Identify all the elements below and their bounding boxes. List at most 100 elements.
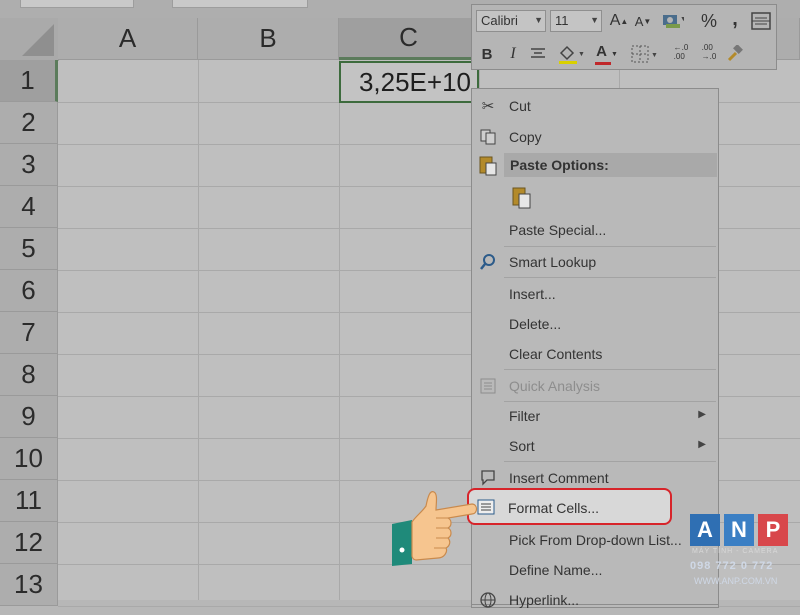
font-color-letter: A bbox=[596, 42, 607, 60]
align-center-button[interactable] bbox=[527, 43, 549, 65]
quick-analysis-icon bbox=[478, 376, 498, 396]
row-header-1[interactable]: 1 bbox=[0, 60, 58, 102]
increase-decimal-button[interactable]: ←.0 .00 bbox=[670, 41, 692, 63]
menu-item-label: Format Cells... bbox=[508, 500, 600, 516]
copy-icon bbox=[478, 127, 498, 147]
menu-item-label: Pick From Drop-down List... bbox=[509, 532, 682, 548]
decrease-font-icon: A bbox=[634, 13, 644, 29]
menu-item-label: Insert... bbox=[509, 286, 556, 302]
decrease-decimal-button[interactable]: .00 →.0 bbox=[698, 41, 720, 63]
chevron-down-icon: ▼ bbox=[590, 15, 599, 25]
menu-item-label: Sort bbox=[509, 438, 535, 454]
column-header-a[interactable]: A bbox=[58, 18, 198, 60]
format-painter-table-button[interactable] bbox=[750, 10, 772, 32]
logo-letter-a: A bbox=[690, 514, 720, 546]
menu-item-hyperlink[interactable]: Hyperlink... bbox=[472, 585, 718, 615]
mini-toolbar: Calibri ▼ 11 ▼ A ▲ A ▼ ▼ % , B I ▼ A ▼ ▼ ←… bbox=[471, 4, 777, 70]
row-header-7[interactable]: 7 bbox=[0, 312, 58, 354]
format-cells-icon bbox=[477, 499, 495, 520]
paste-option-button[interactable] bbox=[510, 185, 534, 216]
menu-item-label: Copy bbox=[509, 129, 542, 145]
logo-phone: 098 772 0 772 bbox=[690, 560, 774, 572]
select-all-corner[interactable] bbox=[0, 18, 59, 61]
menu-item-label: Hyperlink... bbox=[509, 592, 580, 608]
paste-icon bbox=[512, 187, 531, 209]
context-menu-lower: Pick From Drop-down List... Define Name.… bbox=[471, 525, 719, 608]
menu-item-label: Quick Analysis bbox=[509, 378, 601, 394]
increase-font-size-button[interactable]: A ▲ bbox=[608, 10, 630, 32]
paste-options-header: Paste Options: bbox=[504, 153, 717, 177]
menu-item-define-name[interactable]: Define Name... bbox=[472, 555, 718, 585]
menu-item-label: Cut bbox=[509, 98, 531, 114]
decrease-font-size-button[interactable]: A ▼ bbox=[632, 10, 654, 32]
column-gridline bbox=[198, 60, 199, 600]
menu-item-delete[interactable]: Delete... bbox=[472, 309, 718, 339]
font-size-box[interactable]: 11 ▼ bbox=[550, 10, 602, 32]
menu-item-label: Filter bbox=[509, 408, 541, 424]
chevron-down-icon: ▼ bbox=[534, 15, 543, 25]
row-header-8[interactable]: 8 bbox=[0, 354, 58, 396]
row-header-9[interactable]: 9 bbox=[0, 396, 58, 438]
hyperlink-icon bbox=[478, 590, 498, 610]
font-size-value: 11 bbox=[555, 13, 569, 28]
borders-button[interactable]: ▼ bbox=[630, 43, 660, 65]
fill-color-button[interactable]: ▼ bbox=[556, 43, 586, 65]
format-cells-highlight[interactable]: Format Cells... bbox=[467, 488, 672, 525]
accounting-format-button[interactable]: ▼ bbox=[658, 10, 688, 32]
menu-item-cut[interactable]: ✂ Cut bbox=[472, 91, 718, 121]
svg-text:▼: ▼ bbox=[651, 52, 658, 59]
logo-tagline: MÁY TÍNH - CAMERA bbox=[692, 548, 779, 555]
font-color-bar bbox=[595, 62, 611, 65]
menu-item-copy[interactable]: Copy bbox=[472, 122, 718, 152]
menu-item-filter[interactable]: Filter ▶ bbox=[472, 401, 718, 431]
anp-watermark-logo: A N P MÁY TÍNH - CAMERA 098 772 0 772 WW… bbox=[690, 514, 790, 592]
chevron-right-icon: ▶ bbox=[698, 439, 706, 450]
chevron-down-icon: ▼ bbox=[610, 50, 618, 58]
menu-item-label: Define Name... bbox=[509, 562, 603, 578]
menu-item-paste-special[interactable]: Paste Special... bbox=[472, 215, 718, 245]
menu-item-pick-from-dropdown[interactable]: Pick From Drop-down List... bbox=[472, 525, 718, 555]
row-header-2[interactable]: 2 bbox=[0, 102, 58, 144]
increase-font-icon: A bbox=[609, 12, 621, 29]
menu-item-sort[interactable]: Sort ▶ bbox=[472, 431, 718, 461]
paste-icon bbox=[476, 153, 500, 182]
menu-item-smart-lookup[interactable]: Smart Lookup bbox=[472, 247, 718, 277]
pointing-hand-icon bbox=[392, 491, 478, 566]
menu-item-label: Clear Contents bbox=[509, 346, 603, 362]
column-gridline bbox=[339, 60, 340, 600]
menu-item-label: Smart Lookup bbox=[509, 254, 597, 270]
ribbon-fragment bbox=[20, 0, 134, 8]
bold-button[interactable]: B bbox=[476, 43, 498, 65]
chevron-right-icon: ▶ bbox=[698, 409, 706, 420]
row-header-11[interactable]: 11 bbox=[0, 480, 58, 522]
percent-style-button[interactable]: % bbox=[698, 10, 720, 32]
menu-item-label: Insert Comment bbox=[509, 470, 609, 486]
search-icon bbox=[478, 252, 498, 272]
row-header-5[interactable]: 5 bbox=[0, 228, 58, 270]
menu-item-clear-contents[interactable]: Clear Contents bbox=[472, 339, 718, 369]
menu-item-insert[interactable]: Insert... bbox=[472, 279, 718, 309]
italic-button[interactable]: I bbox=[502, 43, 524, 65]
svg-text:▼: ▼ bbox=[578, 51, 585, 58]
column-header-b[interactable]: B bbox=[198, 18, 339, 60]
column-header-c[interactable]: C bbox=[339, 18, 479, 60]
paint-bucket-icon: ▼ bbox=[559, 45, 585, 64]
active-cell-c1[interactable]: 3,25E+10 bbox=[339, 61, 479, 103]
font-color-button[interactable]: A ▼ bbox=[592, 43, 622, 65]
comment-icon bbox=[478, 468, 498, 488]
format-painter-button[interactable] bbox=[724, 43, 746, 65]
font-name-value: Calibri bbox=[481, 13, 518, 28]
comma-style-button[interactable]: , bbox=[724, 8, 746, 30]
svg-text:▼: ▼ bbox=[680, 16, 684, 23]
row-header-12[interactable]: 12 bbox=[0, 522, 58, 564]
accounting-icon: ▼ bbox=[663, 15, 684, 28]
logo-website: WWW.ANP.COM.VN bbox=[694, 576, 778, 586]
paintbrush-icon bbox=[727, 45, 743, 62]
row-header-10[interactable]: 10 bbox=[0, 438, 58, 480]
ribbon-fragment bbox=[172, 0, 308, 8]
row-header-4[interactable]: 4 bbox=[0, 186, 58, 228]
font-name-box[interactable]: Calibri ▼ bbox=[476, 10, 546, 32]
row-header-3[interactable]: 3 bbox=[0, 144, 58, 186]
table-format-icon bbox=[751, 12, 771, 30]
row-header-6[interactable]: 6 bbox=[0, 270, 58, 312]
